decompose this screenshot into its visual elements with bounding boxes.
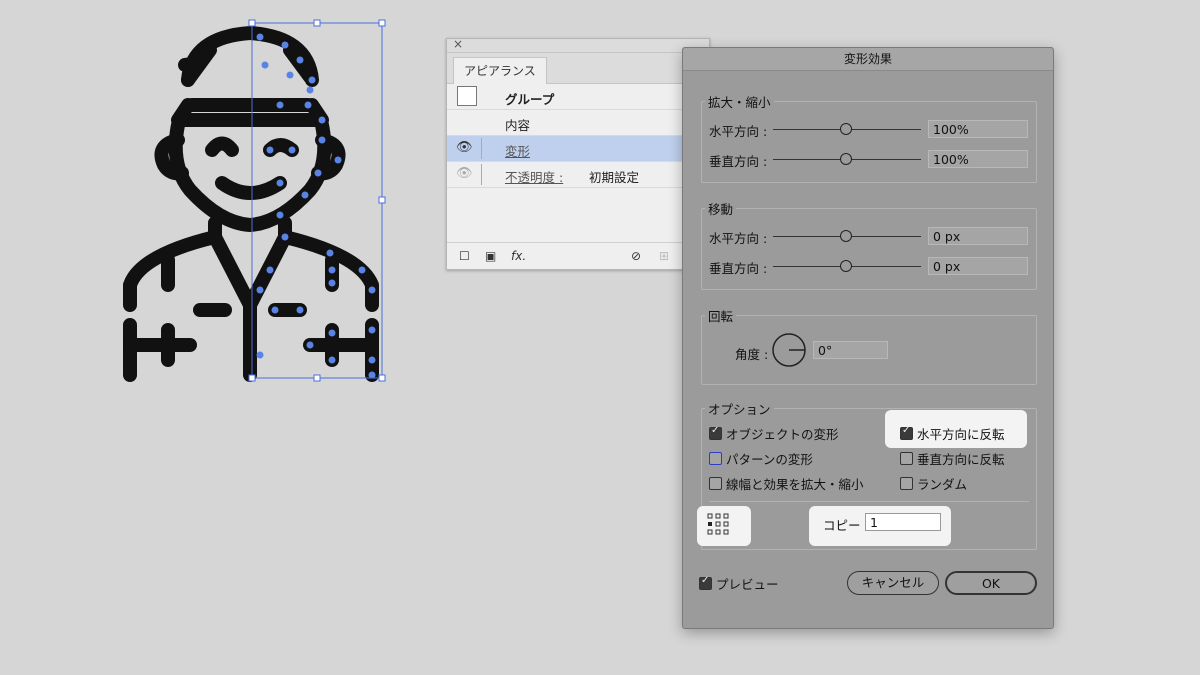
appearance-panel: × アピアランス グループ 内容 👁 変形 👁 不透明度 : 初期設定 ☐ ▣ … [446,37,710,270]
copies-label: コピー [823,518,861,533]
transform-effect-link[interactable]: 変形 [505,141,530,160]
worker-illustration[interactable] [100,15,400,390]
preview-label: プレビュー [716,577,779,592]
cancel-button[interactable]: キャンセル [847,571,939,595]
dialog-title: 変形効果 [683,48,1053,71]
transform-effect-dialog: 変形効果 拡大・縮小 水平方向 : 100% 垂直方向 : 100% 移動 水平… [682,47,1054,629]
move-vertical-field[interactable]: 0 px [928,257,1028,275]
scale-vertical-label: 垂直方向 : [709,154,768,169]
random-label: ランダム [917,477,968,492]
copies-field[interactable]: 1 [865,513,941,531]
move-label: 移動 [705,199,737,218]
angle-label: 角度 : [735,347,769,362]
appearance-row-opacity[interactable]: 👁 不透明度 : 初期設定 [447,162,709,188]
ok-button[interactable]: OK [945,571,1037,595]
panel-tabbar: アピアランス [447,53,709,84]
angle-field[interactable]: 0° [813,341,888,359]
appearance-row-contents[interactable]: 内容 [447,110,709,136]
reflect-y-checkbox[interactable] [900,452,913,465]
divider [481,138,482,159]
row-label: グループ [505,92,555,107]
angle-dial-icon[interactable] [771,332,807,368]
group-thumbnail-icon [457,86,477,106]
move-vertical-label: 垂直方向 : [709,261,768,276]
transform-patterns-checkbox[interactable] [709,452,722,465]
appearance-row-transform[interactable]: 👁 変形 [447,136,709,162]
scale-label: 拡大・縮小 [705,92,774,111]
row-label: 内容 [505,118,531,133]
scale-group [701,101,1037,183]
transform-objects-label: オブジェクトの変形 [726,427,839,442]
slider-knob[interactable] [840,230,852,242]
opacity-link[interactable]: 不透明度 : [505,167,563,186]
move-group [701,208,1037,290]
appearance-row-group[interactable]: グループ [447,84,709,110]
divider [709,501,1029,502]
slider-knob[interactable] [840,123,852,135]
options-label: オプション [705,399,774,418]
move-horizontal-field[interactable]: 0 px [928,227,1028,245]
slider-knob[interactable] [840,153,852,165]
close-icon[interactable]: × [453,37,463,51]
reference-point-icon[interactable] [707,513,729,535]
opacity-value: 初期設定 [589,170,640,185]
random-checkbox[interactable] [900,477,913,490]
tab-appearance[interactable]: アピアランス [453,57,547,84]
reflect-x-label: 水平方向に反転 [917,427,1005,442]
panel-footer: ☐ ▣ fx. ⊘ ⊞ [447,242,709,269]
scale-strokes-label: 線幅と効果を拡大・縮小 [726,477,864,492]
new-fill-icon[interactable]: ▣ [485,249,496,263]
eye-icon[interactable]: 👁 [456,140,473,155]
reflect-y-label: 垂直方向に反転 [917,452,1005,467]
rotate-label: 回転 [705,306,737,325]
scale-vertical-field[interactable]: 100% [928,150,1028,168]
reflect-x-checkbox[interactable] [900,425,913,440]
eye-icon[interactable]: 👁 [456,166,473,181]
clear-icon[interactable]: ⊘ [631,249,641,263]
duplicate-icon[interactable]: ⊞ [659,249,669,263]
scale-strokes-checkbox[interactable] [709,477,722,490]
panel-titlebar[interactable]: × [447,37,709,53]
preview-checkbox[interactable] [699,575,712,590]
divider [481,164,482,185]
scale-horizontal-label: 水平方向 : [709,124,768,139]
new-stroke-icon[interactable]: ☐ [459,249,470,263]
transform-objects-checkbox[interactable] [709,425,722,440]
slider-knob[interactable] [840,260,852,272]
move-horizontal-label: 水平方向 : [709,231,768,246]
transform-patterns-label: パターンの変形 [726,452,813,467]
fx-icon[interactable]: fx. [511,249,526,263]
scale-horizontal-field[interactable]: 100% [928,120,1028,138]
